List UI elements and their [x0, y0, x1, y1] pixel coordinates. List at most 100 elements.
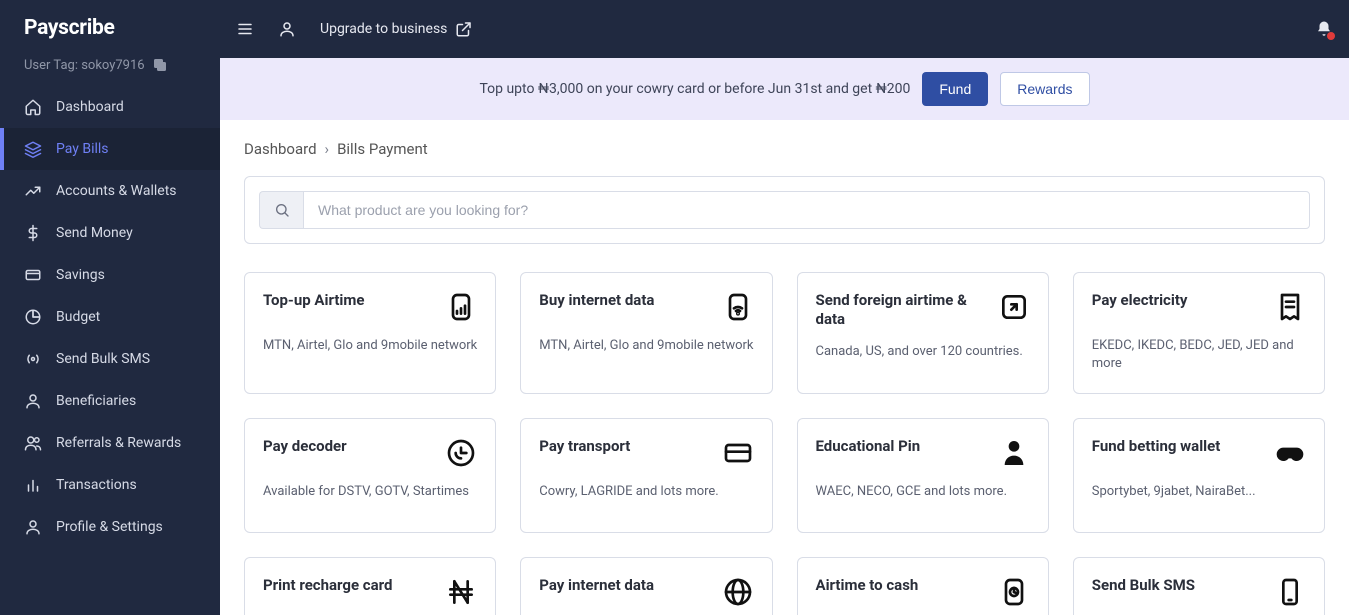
- sidebar-item-send-bulk-sms[interactable]: Send Bulk SMS: [0, 338, 220, 380]
- breadcrumb: Dashboard › Bills Payment: [244, 140, 1325, 158]
- receipt-icon: [1274, 291, 1306, 323]
- sidebar-item-label: Beneficiaries: [56, 393, 136, 409]
- sidebar-item-send-money[interactable]: Send Money: [0, 212, 220, 254]
- card-description: Available for DSTV, GOTV, Startimes: [263, 483, 477, 501]
- card-header: Send foreign airtime & data: [816, 291, 1030, 329]
- card-description: WAEC, NECO, GCE and lots more.: [816, 483, 1030, 501]
- menu-icon[interactable]: [236, 20, 254, 38]
- sidebar-item-label: Savings: [56, 267, 105, 283]
- person-icon: [998, 437, 1030, 469]
- card-description: Sportybet, 9jabet, NairaBet...: [1092, 483, 1306, 501]
- gamepad-icon: [1274, 437, 1306, 469]
- product-card-airtime-to-cash[interactable]: Airtime to cashMTN, GLO, AIRTEL,9MOBILE: [797, 557, 1049, 615]
- sidebar-item-transactions[interactable]: Transactions: [0, 464, 220, 506]
- phone-chart-icon: [998, 576, 1030, 608]
- sidebar-item-label: Transactions: [56, 477, 137, 493]
- product-card-fund-betting-wallet[interactable]: Fund betting wallet Sportybet, 9jabet, Na…: [1073, 418, 1325, 533]
- card-outline-icon: [722, 437, 754, 469]
- card-icon: [24, 266, 42, 284]
- card-title: Pay decoder: [263, 437, 347, 456]
- sidebar-item-dashboard[interactable]: Dashboard: [0, 86, 220, 128]
- bell-icon[interactable]: [1315, 20, 1333, 38]
- card-title: Fund betting wallet: [1092, 437, 1221, 456]
- rewards-button[interactable]: Rewards: [1000, 72, 1089, 106]
- card-header: Send Bulk SMS: [1092, 576, 1306, 608]
- search-icon[interactable]: [259, 191, 303, 229]
- layers-icon: [24, 140, 42, 158]
- barchart-icon: [24, 476, 42, 494]
- product-card-educational-pin[interactable]: Educational Pin WAEC, NECO, GCE and lots …: [797, 418, 1049, 533]
- phone-signal-icon: [445, 291, 477, 323]
- sidebar-item-label: Budget: [56, 309, 100, 325]
- home-icon: [24, 98, 42, 116]
- product-card-buy-internet-data[interactable]: Buy internet dataMTN, Airtel, Glo and 9m…: [520, 272, 772, 394]
- satellite-icon: [445, 437, 477, 469]
- arrow-out-icon: [998, 291, 1030, 323]
- card-header: Pay decoder: [263, 437, 477, 469]
- breadcrumb-root[interactable]: Dashboard: [244, 140, 317, 158]
- user-icon: [24, 518, 42, 536]
- piechart-icon: [24, 308, 42, 326]
- user-tag[interactable]: User Tag: sokoy7916: [0, 56, 220, 86]
- sidebar-item-label: Send Money: [56, 225, 133, 241]
- sidebar-item-accounts-wallets[interactable]: Accounts & Wallets: [0, 170, 220, 212]
- product-card-pay-transport[interactable]: Pay transport Cowry, LAGRIDE and lots mor…: [520, 418, 772, 533]
- product-card-top-up-airtime[interactable]: Top-up AirtimeMTN, Airtel, Glo and 9mobi…: [244, 272, 496, 394]
- search-input[interactable]: [303, 191, 1310, 229]
- card-title: Airtime to cash: [816, 576, 919, 595]
- sidebar-item-pay-bills[interactable]: Pay Bills: [0, 128, 220, 170]
- card-header: Print recharge card: [263, 576, 477, 608]
- card-header: Educational Pin: [816, 437, 1030, 469]
- naira-icon: [445, 576, 477, 608]
- sidebar-item-beneficiaries[interactable]: Beneficiaries: [0, 380, 220, 422]
- card-header: Airtime to cash: [816, 576, 1030, 608]
- phone-wifi-icon: [722, 291, 754, 323]
- notification-dot: [1327, 32, 1335, 40]
- card-header: Pay transport: [539, 437, 753, 469]
- breadcrumb-current: Bills Payment: [337, 140, 428, 158]
- broadcast-icon: [24, 350, 42, 368]
- card-description: MTN, Airtel, Glo and 9mobile network: [263, 337, 477, 355]
- card-description: Canada, US, and over 120 countries.: [816, 343, 1030, 361]
- card-title: Send Bulk SMS: [1092, 576, 1195, 595]
- main: Upgrade to business Top upto ₦3,000 on y…: [220, 0, 1349, 615]
- copy-icon[interactable]: [151, 56, 169, 74]
- users-icon: [24, 434, 42, 452]
- sidebar: Payscribe User Tag: sokoy7916 Dashboard P…: [0, 0, 220, 615]
- trend-icon: [24, 182, 42, 200]
- sidebar-item-label: Referrals & Rewards: [56, 435, 181, 451]
- user-outline-icon[interactable]: [278, 20, 296, 38]
- sidebar-item-referrals-rewards[interactable]: Referrals & Rewards: [0, 422, 220, 464]
- sidebar-item-label: Pay Bills: [56, 141, 109, 157]
- sidebar-item-label: Accounts & Wallets: [56, 183, 177, 199]
- card-header: Pay electricity: [1092, 291, 1306, 323]
- promo-text: Top upto ₦3,000 on your cowry card or be…: [479, 81, 910, 97]
- sidebar-item-label: Profile & Settings: [56, 519, 163, 535]
- phone-outline-icon: [1274, 576, 1306, 608]
- product-card-pay-decoder[interactable]: Pay decoder Available for DSTV, GOTV, Sta…: [244, 418, 496, 533]
- product-card-send-bulk-sms[interactable]: Send Bulk SMSStay connected to your love…: [1073, 557, 1325, 615]
- user-icon: [24, 392, 42, 410]
- promo-banner: Top upto ₦3,000 on your cowry card or be…: [220, 58, 1349, 120]
- upgrade-link[interactable]: Upgrade to business: [320, 20, 473, 38]
- card-title: Send foreign airtime & data: [816, 291, 986, 329]
- product-card-pay-internet-data[interactable]: Pay internet dataSmile, Spectranet, Ntel…: [520, 557, 772, 615]
- globe-icon: [722, 576, 754, 608]
- product-card-pay-electricity[interactable]: Pay electricityEKEDC, IKEDC, BEDC, JED, …: [1073, 272, 1325, 394]
- sidebar-item-budget[interactable]: Budget: [0, 296, 220, 338]
- sidebar-item-profile-settings[interactable]: Profile & Settings: [0, 506, 220, 548]
- topbar: Upgrade to business: [220, 0, 1349, 58]
- card-header: Buy internet data: [539, 291, 753, 323]
- product-card-print-recharge-card[interactable]: Print recharge cardAvailable for all net…: [244, 557, 496, 615]
- content: Dashboard › Bills Payment Top-up Airtime…: [220, 120, 1349, 615]
- product-card-send-foreign-airtime-data[interactable]: Send foreign airtime & data Canada, US, a…: [797, 272, 1049, 394]
- card-title: Print recharge card: [263, 576, 392, 595]
- card-description: Cowry, LAGRIDE and lots more.: [539, 483, 753, 501]
- card-title: Educational Pin: [816, 437, 921, 456]
- sidebar-item-savings[interactable]: Savings: [0, 254, 220, 296]
- brand-logo: Payscribe: [0, 0, 220, 56]
- chevron-right-icon: ›: [325, 140, 330, 158]
- card-title: Pay transport: [539, 437, 630, 456]
- fund-button[interactable]: Fund: [922, 72, 988, 106]
- upgrade-label: Upgrade to business: [320, 21, 447, 37]
